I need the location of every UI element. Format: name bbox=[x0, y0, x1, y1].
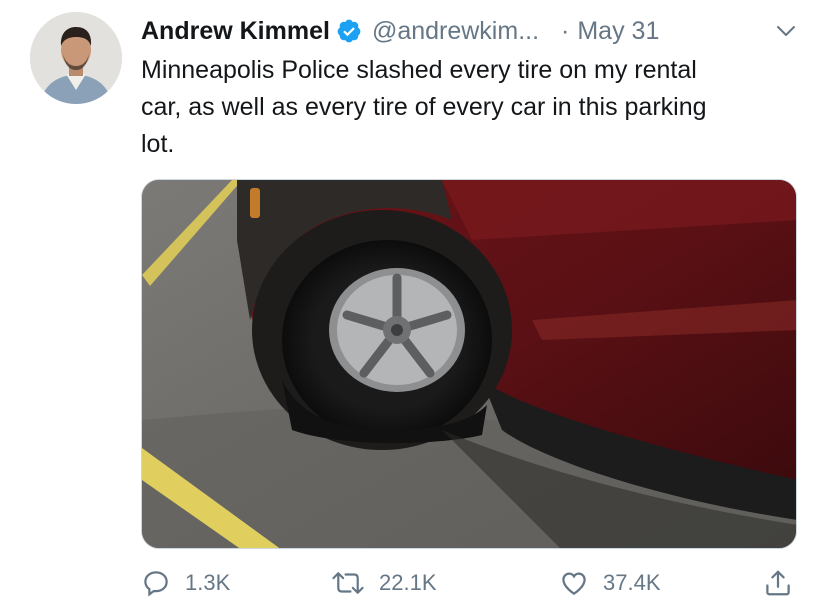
tweet-text-line: car, as well as every tire of every car … bbox=[141, 93, 707, 121]
share-action[interactable] bbox=[763, 563, 793, 603]
tweet-text-line: lot. bbox=[141, 130, 175, 158]
tweet-media[interactable] bbox=[141, 179, 797, 549]
author-handle[interactable]: @andrewkim... bbox=[372, 17, 539, 46]
reply-action[interactable]: 1.3K bbox=[141, 563, 230, 603]
reply-icon bbox=[141, 568, 171, 598]
video-thumbnail-icon bbox=[142, 180, 796, 548]
profile-photo-icon bbox=[30, 12, 122, 104]
avatar[interactable] bbox=[30, 12, 122, 104]
author-name[interactable]: Andrew Kimmel bbox=[141, 17, 330, 46]
heart-icon bbox=[559, 568, 589, 598]
share-icon bbox=[763, 568, 793, 598]
tweet-text: Minneapolis Police slashed every tire on… bbox=[141, 52, 811, 163]
retweet-icon bbox=[331, 568, 365, 598]
reply-count: 1.3K bbox=[185, 570, 231, 595]
like-action[interactable]: 37.4K bbox=[559, 563, 661, 603]
separator-dot: · bbox=[561, 16, 570, 45]
tweet-actions: 1.3K 22.1K 37.4K bbox=[141, 563, 797, 603]
retweet-action[interactable]: 22.1K bbox=[331, 563, 437, 603]
like-count: 37.4K bbox=[603, 570, 661, 595]
tweet-date[interactable]: May 31 bbox=[577, 17, 659, 46]
chevron-down-icon[interactable] bbox=[775, 20, 797, 42]
tweet-text-line: Minneapolis Police slashed every tire on… bbox=[141, 56, 697, 84]
retweet-count: 22.1K bbox=[379, 570, 437, 595]
tweet-header: Andrew Kimmel @andrewkim... · May 31 bbox=[141, 12, 797, 50]
verified-badge-icon bbox=[336, 18, 362, 44]
